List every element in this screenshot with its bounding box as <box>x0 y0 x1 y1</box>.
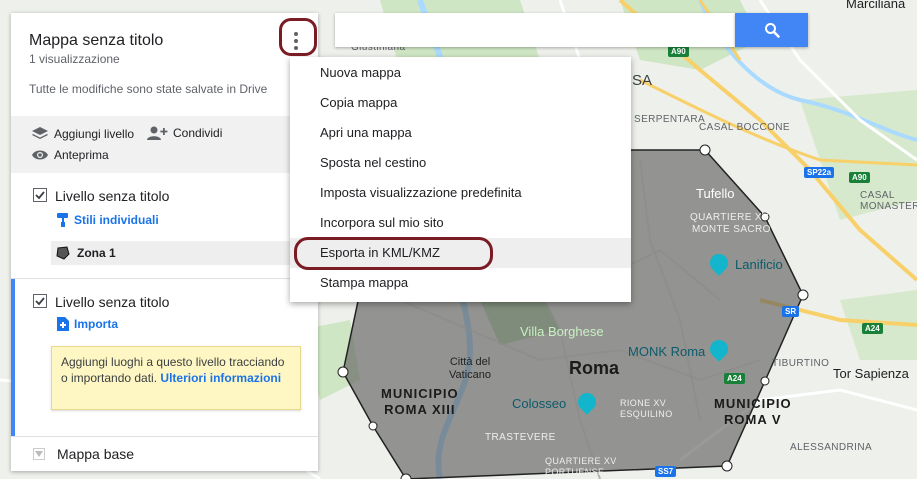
more-options-button[interactable] <box>283 25 309 57</box>
map-label-quartiere-xvi: QUARTIERE XVI <box>690 212 773 223</box>
map-road-ss7: SS7 <box>655 466 677 477</box>
feature-label: Zona 1 <box>77 246 116 260</box>
add-layer-button[interactable]: Aggiungi livello <box>31 126 134 142</box>
individual-styles-label: Stili individuali <box>74 213 159 227</box>
import-file-icon <box>57 317 69 331</box>
map-options-menu: Nuova mappa Copia mappa Apri una mappa S… <box>290 57 631 302</box>
layer-1: Livello senza titolo Stili individuali Z… <box>11 173 318 279</box>
individual-styles-link[interactable]: Stili individuali <box>57 213 159 227</box>
layer-title[interactable]: Livello senza titolo <box>55 294 169 310</box>
learn-more-link[interactable]: Ulteriori informazioni <box>160 371 281 385</box>
share-button[interactable]: Condividi <box>146 126 222 140</box>
search-icon <box>764 23 780 38</box>
base-map-toggle[interactable]: Mappa base <box>33 446 134 462</box>
search-button[interactable] <box>735 13 808 47</box>
preview-button[interactable]: Anteprima <box>31 148 109 162</box>
dot-icon <box>294 46 298 50</box>
feature-item-zone-1[interactable]: Zona 1 <box>51 241 318 265</box>
map-label-lanificio: Lanificio <box>735 257 783 272</box>
paint-roller-icon <box>57 213 68 227</box>
share-label: Condividi <box>173 126 223 140</box>
menu-item-move-to-trash[interactable]: Sposta nel cestino <box>290 148 631 178</box>
map-title[interactable]: Mappa senza titolo <box>29 32 163 50</box>
search-input[interactable] <box>335 13 735 47</box>
base-map-label: Mappa base <box>57 446 135 462</box>
menu-item-embed[interactable]: Incorpora sul mio sito <box>290 208 631 238</box>
map-label-tor-sapienza: Tor Sapienza <box>833 366 909 381</box>
import-label: Importa <box>74 317 119 331</box>
map-label-villa-borghese: Villa Borghese <box>520 324 604 339</box>
layer-visibility-checkbox[interactable] <box>33 188 47 202</box>
add-person-icon <box>147 126 168 140</box>
map-label-sa: SA <box>632 72 653 89</box>
map-road-a24-right: A24 <box>862 323 883 334</box>
map-road-a90-top: A90 <box>668 46 689 57</box>
view-count: 1 visualizzazione <box>29 52 120 66</box>
menu-item-open-map[interactable]: Apri una mappa <box>290 118 631 148</box>
map-label-rione-xv: RIONE XV ESQUILINO <box>620 398 673 419</box>
polygon-icon <box>56 246 70 260</box>
menu-item-set-default-view[interactable]: Imposta visualizzazione predefinita <box>290 178 631 208</box>
map-label-marciliana: Marciliana <box>846 0 906 11</box>
layer-help-tip: Aggiungi luoghi a questo livello traccia… <box>51 346 301 410</box>
map-label-alessandrina: ALESSANDRINA <box>790 442 873 453</box>
map-label-serpentara: SERPENTARA <box>634 114 706 125</box>
map-road-sr: SR <box>782 306 800 317</box>
map-label-trastevere: TRASTEVERE <box>485 432 556 443</box>
map-label-monte-sacro: MONTE SACRO <box>692 224 771 235</box>
import-link[interactable]: Importa <box>57 317 118 331</box>
layer-visibility-checkbox[interactable] <box>33 294 47 308</box>
preview-label: Anteprima <box>54 148 109 162</box>
map-road-sp22a: SP22a <box>804 167 835 178</box>
map-road-a24-center: A24 <box>724 373 745 384</box>
menu-item-print-map[interactable]: Stampa mappa <box>290 268 631 298</box>
map-road-a90-right: A90 <box>849 172 870 183</box>
layers-icon <box>32 127 48 139</box>
menu-item-new-map[interactable]: Nuova mappa <box>290 58 631 88</box>
expand-triangle-icon <box>33 448 45 460</box>
map-label-tiburtino: TIBURTINO <box>772 358 830 369</box>
map-label-casal-monastero: CASALMONASTERO <box>860 190 917 212</box>
map-editor-panel: Mappa senza titolo 1 visualizzazione Tut… <box>11 13 318 471</box>
dot-icon <box>294 39 298 43</box>
map-label-citta-vaticano: Città del Vaticano <box>449 356 491 381</box>
map-label-municipio-right: MUNICIPIO ROMA V <box>714 396 792 427</box>
layer-title[interactable]: Livello senza titolo <box>55 188 169 204</box>
map-label-tufello: Tufello <box>696 186 735 201</box>
eye-icon <box>32 150 48 160</box>
map-label-colosseo: Colosseo <box>512 396 567 411</box>
map-label-roma: Roma <box>569 358 620 378</box>
map-label-monk-roma: MONK Roma <box>628 344 706 359</box>
save-status: Tutte le modifiche sono state salvate in… <box>29 82 268 96</box>
menu-item-export-kml[interactable]: Esporta in KML/KMZ <box>290 238 631 268</box>
add-layer-label: Aggiungi livello <box>54 127 135 141</box>
map-label-quartiere-xv: QUARTIERE XV PORTUENSE <box>545 456 617 477</box>
map-label-municipio-xiii: MUNICIPIO ROMA XIII <box>381 386 459 417</box>
map-label-casal-boccone: CASAL BOCCONE <box>699 122 790 133</box>
panel-toolbar: Aggiungi livello Condividi Anteprima <box>11 116 318 173</box>
dot-icon <box>294 32 298 36</box>
divider <box>11 436 318 437</box>
menu-item-copy-map[interactable]: Copia mappa <box>290 88 631 118</box>
